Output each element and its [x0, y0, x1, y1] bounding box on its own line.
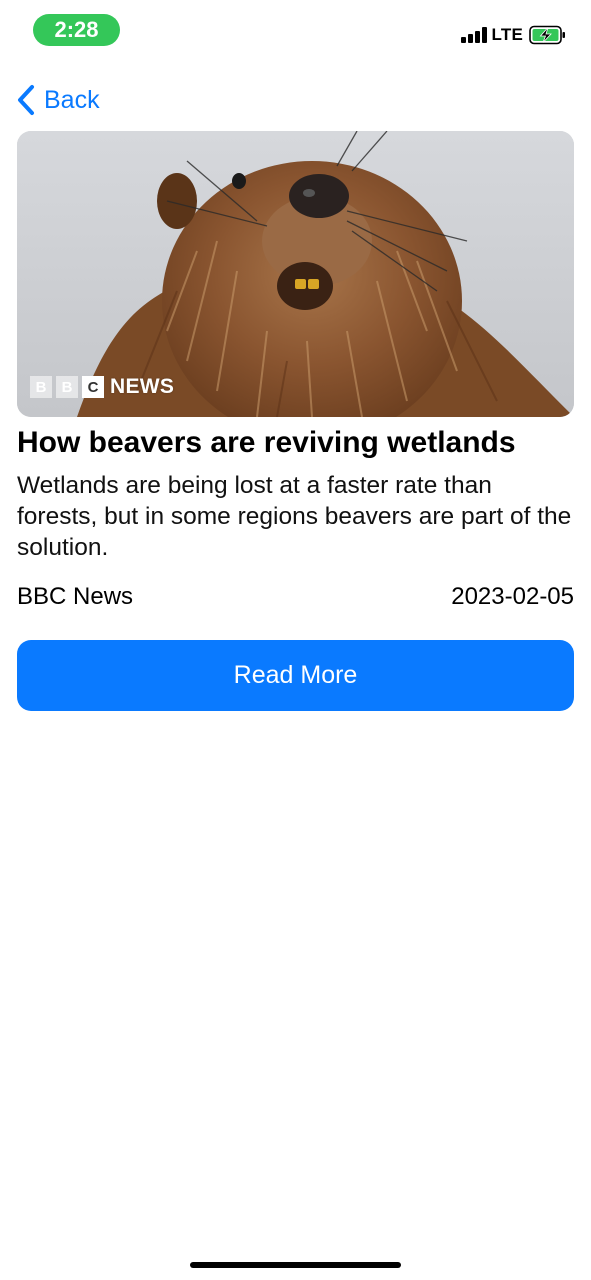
status-indicators: LTE [460, 24, 567, 46]
read-more-button[interactable]: Read More [17, 640, 574, 711]
bbc-news-logo: B B C NEWS [30, 375, 174, 399]
article-image: B B C NEWS [17, 131, 574, 417]
status-bar: 2:28 LTE [0, 0, 591, 60]
back-button[interactable]: Back [16, 82, 100, 118]
bbc-logo-box: B [30, 376, 52, 398]
home-indicator[interactable] [190, 1262, 401, 1268]
status-time[interactable]: 2:28 [33, 14, 120, 46]
article-meta: BBC News 2023-02-05 [17, 581, 574, 613]
battery-charging-icon [529, 25, 565, 45]
article-title: How beavers are reviving wetlands [17, 426, 516, 459]
screen: 2:28 LTE Back B B C NEWS How beavers are… [0, 0, 591, 1280]
bbc-logo-news-text: NEWS [110, 375, 175, 398]
bbc-logo-box: C [82, 376, 104, 398]
network-label: LTE [491, 25, 523, 44]
article-summary: Wetlands are being lost at a faster rate… [17, 472, 572, 561]
bbc-logo-box: B [56, 376, 78, 398]
chevron-left-icon [18, 85, 34, 115]
article-source: BBC News [17, 583, 134, 610]
signal-bars-icon [460, 27, 487, 43]
back-label: Back [44, 85, 100, 114]
article-date: 2023-02-05 [451, 583, 574, 610]
